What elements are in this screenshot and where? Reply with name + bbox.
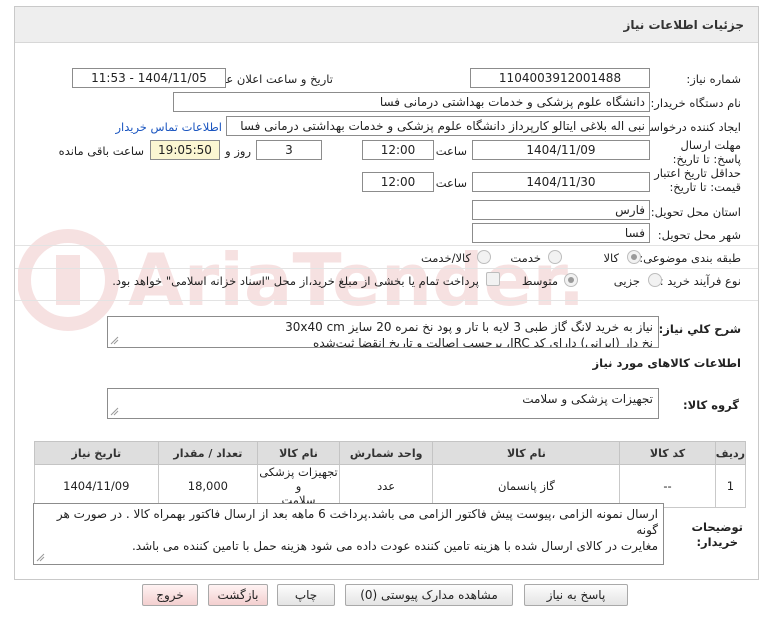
validity-time-label: ساعت (435, 176, 467, 190)
announce-field: 1404/11/05 - 11:53 (72, 68, 226, 88)
page-title: جزئیات اطلاعات نیاز (623, 18, 744, 32)
buyer-notes-line-2: مغایرت در کالای ارسال شده با هزینه تامین… (131, 539, 658, 553)
deadline-label: مهلت ارسال پاسخ: تا تاریخ: (672, 138, 741, 166)
category-option-goods: کالا (603, 251, 619, 265)
buyer-notes-textarea[interactable]: ارسال نمونه الزامی ،پیوست پیش فاکتور الز… (33, 503, 664, 565)
resize-handle-icon[interactable] (36, 553, 45, 562)
category-radio-goods[interactable] (627, 250, 641, 264)
description-textarea[interactable]: نیاز به خرید لانگ گاز طبی 3 لایه با تار … (107, 316, 659, 348)
print-button[interactable]: چاپ (277, 584, 335, 606)
city-label: شهر محل تحویل: (657, 228, 741, 242)
validity-label: حداقل تاریخ اعتبار قیمت: تا تاریخ: (654, 166, 741, 194)
description-label: شرح کلي نياز: (658, 322, 741, 336)
col-qty: تعداد / مقدار (157, 441, 259, 465)
goods-group-label: گروه کالا: (683, 398, 739, 412)
treasury-checkbox[interactable] (486, 272, 500, 286)
remaining-label: ساعت باقی مانده (58, 144, 144, 158)
back-button[interactable]: بازگشت (208, 584, 268, 606)
days-label: روز و (225, 144, 251, 158)
cell-row: 1 (714, 464, 747, 508)
days-field: 3 (256, 140, 322, 160)
attachments-button[interactable]: مشاهده مدارک پیوستی (0) (345, 584, 513, 606)
treasury-note: پرداخت تمام یا بخشی از مبلغ خرید،از محل … (112, 274, 479, 288)
cell-qty: 18,000 (157, 464, 259, 508)
deadline-time-field: 12:00 (362, 140, 434, 160)
exit-button[interactable]: خروج (142, 584, 198, 606)
buyer-notes-label: توضیحات خریدار: (692, 520, 744, 550)
cell-extra: تجهیزات پزشکی و سلامت (257, 464, 340, 508)
contact-info-link[interactable]: اطلاعات تماس خریدار (115, 120, 222, 134)
validity-time-field: 12:00 (362, 172, 434, 192)
buyer-org-label: نام دستگاه خریدار: (650, 96, 741, 110)
remaining-time-field: 19:05:50 (150, 140, 220, 160)
process-radio-medium[interactable] (564, 273, 578, 287)
resize-handle-icon[interactable] (110, 336, 119, 345)
description-line-2: نخ دار (ایرانی) دارای کد IRC، برچسب اصال… (313, 336, 653, 348)
process-option-minor: جزیی (613, 274, 640, 288)
col-extra: نام کالا (257, 441, 340, 465)
buyer-notes-line-1: ارسال نمونه الزامی ،پیوست پیش فاکتور الز… (56, 507, 658, 537)
city-field: فسا (472, 223, 650, 243)
deadline-time-label: ساعت (435, 144, 467, 158)
resize-handle-icon[interactable] (110, 407, 119, 416)
deadline-date-field: 1404/11/09 (472, 140, 650, 160)
category-label: طبقه بندی موضوعی: (639, 251, 741, 265)
description-line-1: نیاز به خرید لانگ گاز طبی 3 لایه با تار … (285, 320, 653, 334)
col-unit: واحد شمارش (338, 441, 434, 465)
cell-unit: عدد (338, 464, 434, 508)
goods-group-value: تجهیزات پزشکی و سلامت (522, 392, 653, 406)
col-row: ردیف (714, 441, 747, 465)
col-date: تاریخ نیاز (34, 441, 159, 465)
process-radio-minor[interactable] (648, 273, 662, 287)
cell-extra-line-1: تجهیزات پزشکی و (259, 465, 338, 493)
reply-button[interactable]: پاسخ به نیاز (524, 584, 628, 606)
validity-date-field: 1404/11/30 (472, 172, 650, 192)
col-name: نام کالا (432, 441, 621, 465)
need-number-field: 1104003912001488 (470, 68, 650, 88)
col-code: کد کالا (619, 441, 716, 465)
buyer-org-field: دانشگاه علوم پزشکی و خدمات بهداشتی درمان… (173, 92, 650, 112)
buyer-notes-label-line-2: خریدار: (696, 535, 739, 549)
goods-section-title: اطلاعات کالاهای مورد نیاز (592, 356, 741, 370)
goods-group-textarea[interactable]: تجهیزات پزشکی و سلامت (107, 388, 659, 419)
need-number-label: شماره نیاز: (686, 72, 741, 86)
process-label: نوع فرآیند خرید : (659, 274, 741, 288)
category-option-service: خدمت (510, 251, 541, 265)
cell-code: -- (619, 464, 716, 508)
requester-label: ایجاد کننده درخواست: (635, 120, 741, 134)
buyer-notes-label-line-1: توضیحات (691, 520, 744, 534)
process-option-medium: متوسط (521, 274, 558, 288)
panel-header: جزئیات اطلاعات نیاز (15, 7, 758, 43)
category-option-goods-service: کالا/خدمت (420, 251, 471, 265)
province-label: استان محل تحویل: (650, 205, 741, 219)
province-field: فارس (472, 200, 650, 220)
cell-name: گاز پانسمان (432, 464, 621, 508)
cell-date: 1404/11/09 (34, 464, 159, 508)
requester-field: نبی اله بلاغی ایتالو کارپرداز دانشگاه عل… (226, 116, 650, 136)
category-radio-service[interactable] (548, 250, 562, 264)
goods-table: ردیف کد کالا نام کالا واحد شمارش نام کال… (34, 441, 747, 508)
category-radio-goods-service[interactable] (477, 250, 491, 264)
table-row: 1 -- گاز پانسمان عدد تجهیزات پزشکی و سلا… (34, 464, 747, 508)
